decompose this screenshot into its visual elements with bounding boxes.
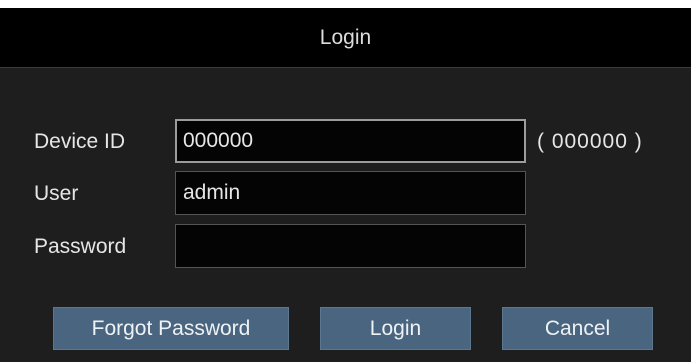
device-id-hint: ( 000000 ) (537, 130, 643, 153)
forgot-password-button[interactable]: Forgot Password (53, 307, 289, 350)
cancel-button[interactable]: Cancel (502, 307, 653, 350)
device-id-field[interactable] (175, 119, 526, 163)
password-label: Password (34, 235, 127, 258)
device-id-label: Device ID (34, 130, 126, 153)
login-dialog: Login Device ID ( 000000 ) User Password… (0, 8, 691, 362)
login-button[interactable]: Login (320, 307, 471, 350)
user-label: User (34, 182, 79, 205)
password-field[interactable] (175, 224, 526, 268)
dialog-title: Login (0, 8, 691, 68)
user-field[interactable] (175, 171, 526, 215)
